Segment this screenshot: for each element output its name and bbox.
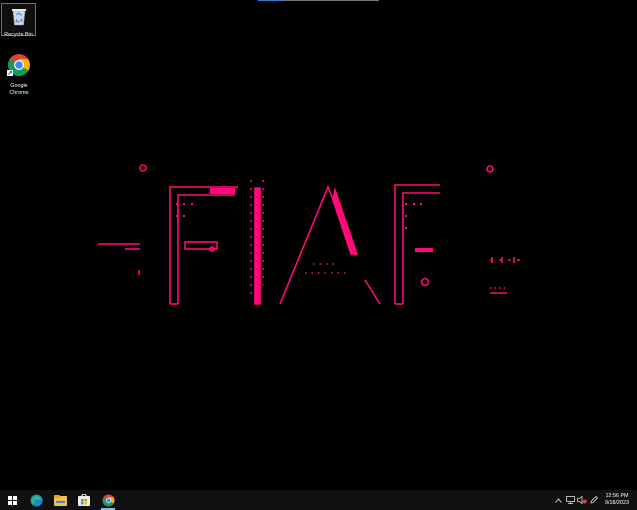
logo-p bbox=[394, 184, 440, 304]
logo-f-bar bbox=[184, 241, 218, 250]
chrome-icon bbox=[7, 54, 30, 76]
logo-a bbox=[364, 279, 381, 305]
recycle-bin-shortcut[interactable]: Recycle Bin bbox=[1, 3, 36, 38]
logo-a bbox=[279, 184, 357, 305]
taskbar: 12:56 PM 9/18/2023 bbox=[0, 490, 637, 510]
logo-f bbox=[169, 186, 238, 304]
pen-icon bbox=[590, 496, 598, 504]
taskbar-store-button[interactable] bbox=[72, 490, 96, 510]
volume-button[interactable] bbox=[576, 490, 588, 510]
chrome-icon bbox=[102, 494, 114, 506]
clock[interactable]: 12:56 PM 9/18/2023 bbox=[600, 493, 634, 507]
windows-start-icon bbox=[7, 495, 17, 505]
recycle-bin-icon bbox=[11, 9, 26, 26]
hidden-window-edge bbox=[258, 0, 379, 1]
network-icon bbox=[565, 496, 575, 504]
edge-icon bbox=[29, 493, 43, 507]
logo-a-accent bbox=[332, 186, 359, 255]
desktop: Recycle Bin Google Chrome bbox=[0, 0, 637, 490]
recycle-bin-label: Recycle Bin bbox=[4, 32, 33, 38]
file-explorer-icon bbox=[53, 494, 67, 506]
network-button[interactable] bbox=[564, 490, 576, 510]
clock-date: 9/18/2023 bbox=[605, 500, 629, 506]
clock-time: 12:56 PM bbox=[605, 493, 629, 499]
chevron-up-icon bbox=[554, 497, 562, 503]
system-tray: 12:56 PM 9/18/2023 bbox=[552, 490, 637, 510]
taskbar-chrome-button[interactable] bbox=[96, 490, 120, 510]
google-chrome-shortcut[interactable]: Google Chrome bbox=[1, 53, 37, 96]
logo-i bbox=[254, 187, 261, 305]
taskbar-edge-button[interactable] bbox=[24, 490, 48, 510]
google-chrome-label: Google Chrome bbox=[9, 83, 29, 96]
fiap-wallpaper-logo bbox=[98, 164, 520, 305]
taskbar-file-explorer-button[interactable] bbox=[48, 490, 72, 510]
pen-workspace-button[interactable] bbox=[588, 490, 600, 510]
start-button[interactable] bbox=[0, 490, 24, 510]
store-icon bbox=[78, 494, 90, 506]
show-hidden-icons-button[interactable] bbox=[552, 490, 564, 510]
volume-muted-icon bbox=[577, 496, 587, 504]
